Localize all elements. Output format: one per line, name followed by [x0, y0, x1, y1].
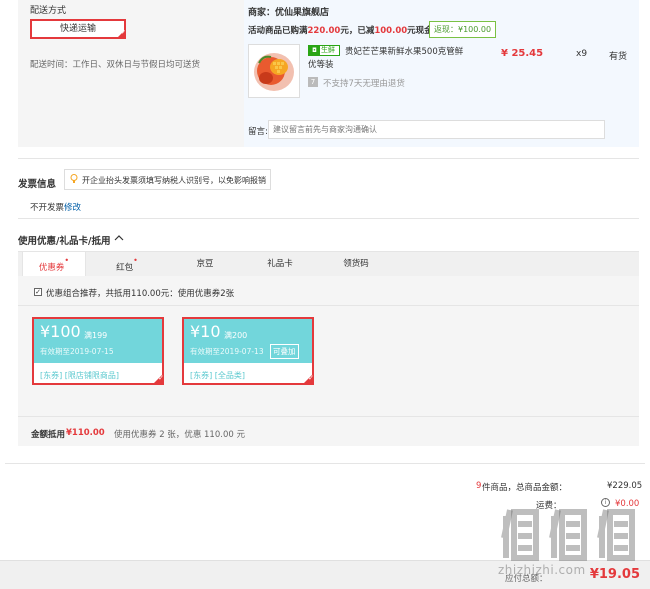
promo-text: 活动商品已购满220.00元，已减100.00元现金 [248, 24, 433, 36]
message-input[interactable] [268, 120, 605, 139]
coupon-section-title[interactable]: 使用优惠/礼品卡/抵用 [18, 233, 110, 247]
shop-name: 商家：优仙果旗舰店 [248, 8, 330, 18]
invoice-tip-text: 开企业抬头发票须填写纳税人识别号，以免影响报销 [82, 176, 266, 185]
coupon-expiry: 有效期至2019-07-15 [40, 347, 114, 356]
product-image[interactable] [248, 44, 300, 98]
shop-panel: 商家：优仙果旗舰店 活动商品已购满220.00元，已减100.00元现金 返现：… [244, 0, 639, 147]
promo-prefix: 活动商品已购满 [248, 26, 308, 36]
discount-summary: 金额抵用 ¥110.00 使用优惠券 2 张，优惠 110.00 元 [18, 416, 639, 446]
delivery-time: 配送时间：工作日、双休日与节假日均可送货 [30, 60, 201, 70]
stackable-badge: 可叠加 [270, 344, 299, 359]
coupon-expiry: 有效期至2019-07-13 [190, 347, 264, 356]
tab-label: 红包 [116, 262, 134, 273]
divider [18, 218, 639, 219]
tab-label: 优惠券 [38, 262, 65, 273]
promo-amount-1: 220.00 [307, 26, 341, 36]
invoice-title: 发票信息 [18, 179, 57, 190]
coupon-header: ¥10 满200 有效期至2019-07-13 可叠加 [184, 319, 312, 363]
tab-pickup-code[interactable]: 领货码 [324, 252, 388, 277]
tab-label: 礼品卡 [267, 259, 293, 269]
items-label: 件商品，总商品金额： [482, 483, 568, 493]
selected-check-icon [116, 29, 126, 39]
coupon-condition: 满200 [224, 331, 248, 340]
stock-status: 有货 [609, 52, 628, 62]
mango-image [254, 53, 294, 91]
new-dot-icon: • [64, 256, 70, 265]
return-policy: 不支持7天无理由退货 [323, 79, 405, 89]
invoice-value: 不开发票 [30, 203, 65, 213]
delivery-title: 配送方式 [30, 6, 67, 16]
combo-text: 优惠组合推荐，共抵用110.00元：使用优惠券2张 [46, 289, 235, 299]
divider [18, 158, 639, 159]
coupon-amount: ¥100 [40, 322, 81, 341]
tab-label: 京豆 [196, 259, 214, 269]
coupon-body: ✓ 优惠组合推荐，共抵用110.00元：使用优惠券2张 ¥100 满199 有效… [18, 276, 639, 416]
tab-coupons[interactable]: 优惠券• [22, 252, 86, 278]
selected-check-icon [152, 373, 164, 385]
invoice-edit-link[interactable]: 修改 [64, 201, 81, 213]
promo-amount-2: 100.00 [374, 26, 408, 36]
items-value: ¥229.05 [607, 481, 643, 491]
product-price: ¥ 25.45 [501, 48, 544, 59]
product-quantity: x9 [576, 49, 588, 59]
coupon-condition: 满199 [84, 331, 108, 340]
tab-label: 领货码 [343, 259, 369, 269]
divider [18, 305, 639, 306]
items-count: 9 [476, 481, 482, 491]
coupon-amount: ¥10 [190, 322, 221, 341]
product-name[interactable]: 贵妃芒芒果新鲜水果500克管鲜优等装 [308, 46, 468, 72]
divider [5, 463, 645, 464]
coupon-header: ¥100 满199 有效期至2019-07-15 [34, 319, 162, 363]
no-return-icon: 7 [308, 77, 318, 87]
new-dot-icon: • [133, 256, 138, 265]
combo-checkbox[interactable]: ✓ [34, 288, 42, 296]
lightbulb-icon [70, 174, 78, 183]
chevron-up-icon[interactable] [114, 234, 124, 242]
message-label: 留言: [248, 127, 268, 137]
coupon-card[interactable]: ¥10 满200 有效期至2019-07-13 可叠加 [东券] [全品类] [182, 317, 314, 385]
invoice-tip: 开企业抬头发票须填写纳税人识别号，以免影响报销 [64, 169, 271, 190]
summary-description: 使用优惠券 2 张，优惠 110.00 元 [114, 430, 245, 440]
tab-gift-card[interactable]: 礼品卡 [248, 252, 312, 277]
coupon-scope: [东券] [限店铺限商品] [40, 371, 120, 380]
summary-label: 金额抵用 [31, 430, 66, 440]
coupon-scope: [东券] [全品类] [190, 371, 246, 380]
tab-jingdou[interactable]: 京豆 [173, 252, 237, 277]
coupon-card[interactable]: ¥100 满199 有效期至2019-07-15 [东券] [限店铺限商品] [32, 317, 164, 385]
delivery-panel: 配送方式 快递运输 配送时间：工作日、双休日与节假日均可送货 [18, 0, 244, 147]
shipping-method-label: 快递运输 [59, 24, 96, 34]
summary-amount: ¥110.00 [66, 428, 105, 438]
promo-mid: 元，已减 [340, 26, 375, 36]
shipping-method-button[interactable]: 快递运输 [30, 19, 126, 39]
rebate-tag: 返现：¥100.00 [429, 21, 497, 38]
coupon-tabs: 优惠券• 红包• 京豆 礼品卡 领货码 [18, 251, 639, 278]
watermark-text: zhizhizhi.com [498, 563, 586, 577]
selected-check-icon [302, 373, 314, 385]
tab-red-packet[interactable]: 红包• [95, 252, 159, 277]
